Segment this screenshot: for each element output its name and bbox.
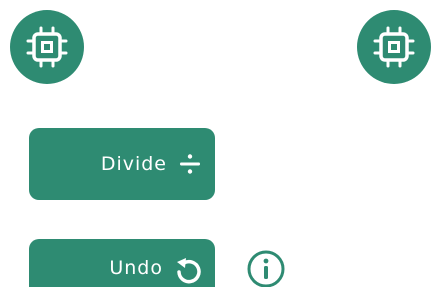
canvas: Divide Undo: [0, 0, 437, 287]
chip-icon[interactable]: [10, 10, 84, 84]
undo-button[interactable]: Undo: [29, 239, 215, 287]
info-icon[interactable]: [246, 249, 286, 287]
undo-icon: [175, 257, 201, 285]
undo-button-label: Undo: [109, 257, 163, 279]
divide-icon: [179, 153, 201, 175]
chip-icon-glyph: [26, 26, 68, 68]
chip-icon[interactable]: [357, 10, 431, 84]
divide-button-label: Divide: [100, 153, 167, 175]
divide-button[interactable]: Divide: [29, 128, 215, 200]
chip-icon-glyph: [373, 26, 415, 68]
